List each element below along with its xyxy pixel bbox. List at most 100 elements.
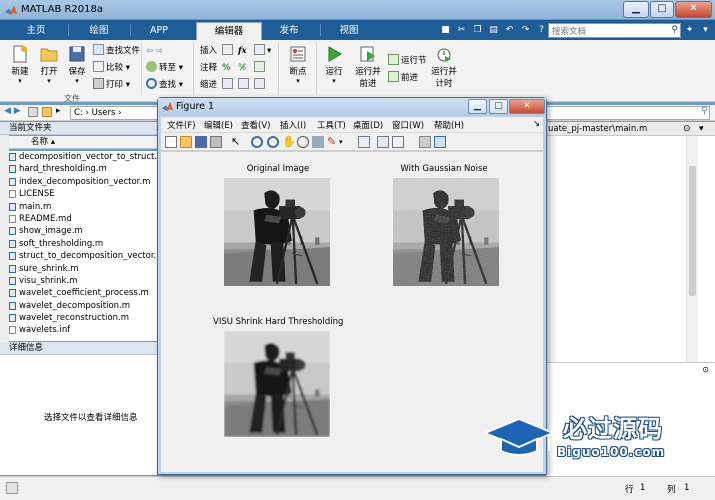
file-list-item[interactable]: show_image.m	[9, 225, 157, 237]
file-list-item[interactable]: wavelet_coefficient_process.m	[9, 287, 157, 299]
file-list-item[interactable]: decomposition_vector_to_struct.m	[9, 151, 157, 163]
menu-window[interactable]: 窗口(W)	[392, 119, 424, 131]
nav-back-forward-icon[interactable]: ◀ ▶	[4, 106, 21, 116]
undo-icon[interactable]: ↶	[504, 24, 515, 36]
minimize-button[interactable]: ▁	[623, 1, 649, 18]
file-list-item[interactable]: soft_thresholding.m	[9, 238, 157, 250]
file-list-item[interactable]: LICENSE	[9, 188, 157, 200]
hide-plot-tools-icon[interactable]	[419, 136, 431, 148]
ribbon-collapse-icon[interactable]: ▾	[700, 24, 711, 36]
file-list-item[interactable]: sure_shrink.m	[9, 263, 157, 275]
rotate-3d-icon[interactable]	[297, 136, 309, 148]
path-search-icon[interactable]: ⚲	[701, 106, 708, 116]
new-button[interactable]: 新建 ▾	[6, 45, 34, 85]
insert-colorbar-icon[interactable]	[377, 136, 389, 148]
increase-indent-icon[interactable]	[238, 78, 251, 93]
smart-indent-icon[interactable]	[222, 78, 235, 93]
figure-title-bar[interactable]: Figure 1 ▁ □ ✕	[158, 98, 546, 116]
tab-plots[interactable]: 绘图	[68, 22, 130, 40]
run-and-time-button[interactable]: 运行并 计时	[428, 45, 460, 89]
file-list-item[interactable]: index_decomposition_vector.m	[9, 176, 157, 188]
menu-desktop[interactable]: 桌面(D)	[353, 119, 383, 131]
tab-editor[interactable]: 编辑器	[196, 22, 262, 40]
file-list-item[interactable]: README.md	[9, 213, 157, 225]
insert-function-button[interactable]: fx	[238, 44, 247, 59]
data-cursor-icon[interactable]	[312, 136, 324, 148]
tab-view[interactable]: 视图	[318, 22, 380, 40]
uncomment-icon[interactable]: %̸	[238, 61, 246, 76]
menu-edit[interactable]: 编辑(E)	[204, 119, 233, 131]
file-list-item[interactable]: struct_to_decomposition_vector.m	[9, 250, 157, 262]
indent-button[interactable]: 缩进	[200, 78, 217, 93]
pointer-arrow-icon[interactable]: ↖	[231, 136, 243, 148]
link-plot-icon[interactable]	[358, 136, 370, 148]
run-button[interactable]: 运行 ▾	[320, 45, 348, 85]
wrap-comments-icon[interactable]	[254, 61, 267, 76]
menu-help[interactable]: 帮助(H)	[434, 119, 464, 131]
file-list-item[interactable]: hard_thresholding.m	[9, 163, 157, 175]
file-list-item[interactable]: wavelets.inf	[9, 324, 157, 336]
up-folder-icon[interactable]	[28, 107, 38, 117]
run-and-advance-button[interactable]: 运行并 前进	[352, 45, 384, 89]
run-section-button[interactable]: 运行节	[388, 54, 427, 69]
close-button[interactable]: ✕	[675, 1, 712, 18]
goto-button[interactable]: 转至 ▾	[146, 61, 183, 76]
editor-options-icon[interactable]: ⊙	[683, 124, 691, 134]
print-button[interactable]: 打印 ▾	[93, 78, 130, 93]
menu-insert[interactable]: 插入(I)	[280, 119, 306, 131]
menu-file[interactable]: 文件(F)	[167, 119, 196, 131]
maximize-button[interactable]: □	[650, 1, 674, 18]
insert-section-icon[interactable]	[222, 44, 235, 59]
compare-button[interactable]: 比较 ▾	[93, 61, 130, 76]
file-list-item[interactable]: wavelet_reconstruction.m	[9, 312, 157, 324]
file-list-item[interactable]: wavelet_decomposition.m	[9, 300, 157, 312]
copy-icon[interactable]: ❐	[472, 24, 483, 36]
zoom-out-icon[interactable]	[267, 136, 279, 148]
goto-arrows[interactable]: ⇦ ⇨	[146, 44, 163, 59]
pan-hand-icon[interactable]: ✋	[282, 136, 296, 148]
redo-icon[interactable]: ↷	[520, 24, 531, 36]
open-button[interactable]: 打开 ▾	[35, 45, 63, 85]
comment-button[interactable]: 注释	[200, 61, 217, 76]
tab-apps[interactable]: APP	[128, 22, 190, 40]
save-quick-icon[interactable]: ■	[440, 24, 451, 36]
paste-icon[interactable]: ▤	[488, 24, 499, 36]
editor-vertical-scrollbar[interactable]	[686, 136, 698, 362]
breakpoints-button[interactable]: 断点 ▾	[284, 45, 312, 85]
decrease-indent-icon[interactable]	[254, 78, 267, 93]
cut-icon[interactable]: ✂	[456, 24, 467, 36]
notification-bell-icon[interactable]: ✦	[684, 24, 695, 36]
save-figure-icon[interactable]	[195, 136, 207, 148]
menu-dock-icon[interactable]: ↘	[533, 119, 540, 129]
insert-button[interactable]: 插入	[200, 44, 217, 59]
comment-percent-icon[interactable]: %	[222, 61, 231, 76]
tab-publish[interactable]: 发布	[258, 22, 320, 40]
zoom-in-icon[interactable]	[251, 136, 263, 148]
show-plot-tools-icon[interactable]	[434, 136, 446, 148]
insert-dropdown-icon[interactable]: ▾	[254, 44, 271, 59]
help-icon[interactable]: ?	[536, 24, 547, 36]
brush-icon[interactable]: ✎	[327, 136, 339, 148]
command-window-menu-icon[interactable]: ⊙	[702, 365, 709, 374]
new-figure-icon[interactable]	[165, 136, 177, 148]
editor-menu-icon[interactable]: ▾	[699, 124, 704, 134]
find-button[interactable]: 查找 ▾	[146, 78, 183, 93]
figure-close-button[interactable]: ✕	[509, 99, 545, 114]
print-figure-icon[interactable]	[210, 136, 222, 148]
browse-folder-icon[interactable]	[42, 107, 52, 117]
column-header-name[interactable]: 名称 ▴	[9, 136, 157, 149]
menu-view[interactable]: 查看(V)	[241, 119, 270, 131]
figure-minimize-button[interactable]: ▁	[468, 99, 487, 114]
file-list-item[interactable]: visu_shrink.m	[9, 275, 157, 287]
menu-tools[interactable]: 工具(T)	[317, 119, 346, 131]
open-file-icon[interactable]	[180, 136, 192, 148]
search-documentation-input[interactable]: 搜索文档 ⚲	[548, 23, 681, 38]
figure-maximize-button[interactable]: □	[489, 99, 508, 114]
save-button[interactable]: 保存 ▾	[63, 45, 91, 85]
brush-dropdown-icon[interactable]: ▾	[339, 136, 351, 148]
find-files-button[interactable]: 查找文件	[93, 44, 140, 59]
advance-button[interactable]: 前进	[388, 71, 418, 86]
file-list-item[interactable]: main.m	[9, 201, 157, 213]
tab-home[interactable]: 主页	[5, 22, 67, 40]
insert-legend-icon[interactable]	[392, 136, 404, 148]
